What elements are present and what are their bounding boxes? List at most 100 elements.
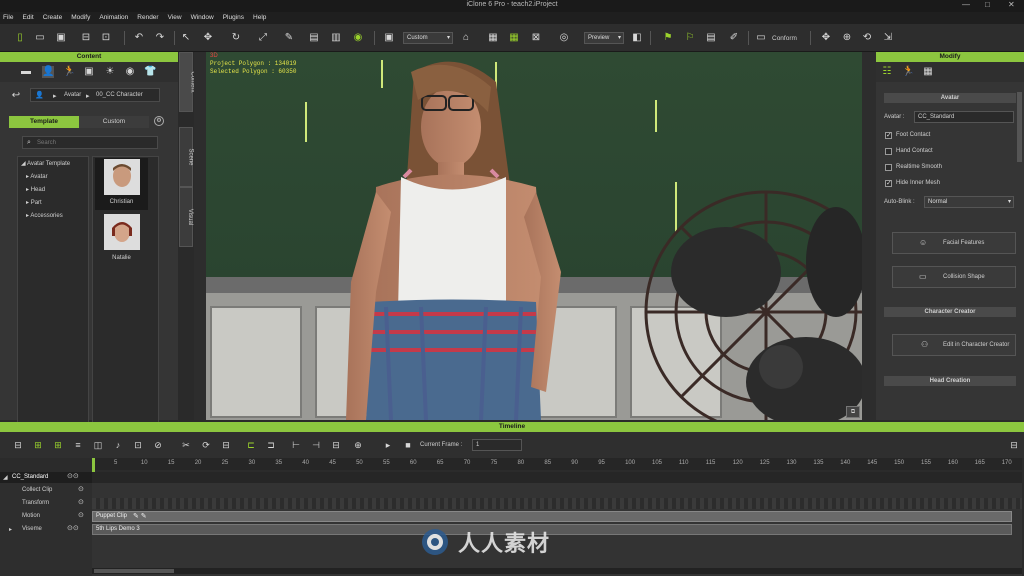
- conform-button[interactable]: Conform: [772, 35, 797, 42]
- menu-view[interactable]: View: [168, 12, 182, 24]
- open-project-icon[interactable]: ▭: [34, 32, 46, 44]
- zoom-icon[interactable]: ⊕: [841, 32, 853, 44]
- back-icon[interactable]: ↩: [10, 90, 22, 102]
- 3d-viewport[interactable]: 3D Project Polygon : 134019 Selected Pol…: [206, 52, 862, 420]
- tl-move-icon[interactable]: ⊟: [330, 439, 342, 451]
- viseme-clip[interactable]: 5th Lips Demo 3: [92, 524, 1012, 535]
- avatar-name-field[interactable]: CC_Standard: [914, 111, 1014, 123]
- flag-icon[interactable]: ⚐: [684, 32, 696, 44]
- avatar-icon[interactable]: 👤: [42, 66, 54, 78]
- current-frame-input[interactable]: 1: [472, 439, 522, 451]
- menu-file[interactable]: File: [3, 12, 13, 24]
- frame-selected-icon[interactable]: ⊠: [530, 32, 542, 44]
- track-area[interactable]: Puppet Clip ✎ ✎ 5th Lips Demo 3: [92, 472, 1022, 576]
- foot-contact-checkbox[interactable]: [885, 131, 892, 139]
- tab-custom[interactable]: Custom: [79, 116, 149, 128]
- tl-clip-icon[interactable]: ⊞: [52, 439, 64, 451]
- scene-icon[interactable]: ▬: [20, 66, 32, 78]
- clip-edit-icon[interactable]: ✎ ✎: [133, 512, 147, 520]
- snap-icon[interactable]: ▥: [330, 32, 342, 44]
- tree-item-avatar[interactable]: ▸ Avatar: [26, 173, 48, 180]
- tree-item-part[interactable]: ▸ Part: [26, 199, 42, 206]
- tl-trim-icon[interactable]: ⊏: [245, 439, 257, 451]
- tree-item-accessories[interactable]: ▸ Accessories: [26, 212, 63, 219]
- tl-insert-icon[interactable]: ⊢: [290, 439, 302, 451]
- undo-icon[interactable]: ↶: [133, 32, 145, 44]
- grid-icon[interactable]: ▦: [487, 32, 499, 44]
- path-avatar[interactable]: Avatar: [64, 92, 81, 98]
- rotate-icon[interactable]: ↻: [230, 32, 242, 44]
- thumbnail-natalie[interactable]: Natalie: [95, 213, 148, 265]
- playhead[interactable]: [92, 458, 95, 472]
- conform-icon[interactable]: ▭: [755, 32, 767, 44]
- settings-icon[interactable]: ⚙: [154, 116, 164, 126]
- tl-curve-icon[interactable]: ◫: [92, 439, 104, 451]
- scale-icon[interactable]: ⤢: [257, 32, 269, 44]
- tl-loop-icon[interactable]: ⟳: [200, 439, 212, 451]
- tl-break-icon[interactable]: ✂: [180, 439, 192, 451]
- record-icon[interactable]: ◧: [631, 32, 643, 44]
- align-icon[interactable]: ▤: [308, 32, 320, 44]
- hide-inner-mesh-checkbox[interactable]: [885, 179, 892, 187]
- menu-create[interactable]: Create: [43, 12, 63, 24]
- cloth-icon[interactable]: 👕: [144, 66, 156, 78]
- edit-in-cc-button[interactable]: ⚇ Edit in Character Creator: [892, 334, 1016, 356]
- play-icon[interactable]: ▸: [382, 439, 394, 451]
- menu-window[interactable]: Window: [191, 12, 214, 24]
- hand-contact-checkbox[interactable]: [885, 148, 892, 155]
- layout-icon[interactable]: ▦: [508, 32, 520, 44]
- new-project-icon[interactable]: ▯: [14, 32, 26, 44]
- motion-modify-icon[interactable]: 🏃: [902, 66, 914, 78]
- track-eye-icon[interactable]: ⊙⊙: [67, 524, 79, 532]
- move-icon[interactable]: ✥: [202, 32, 214, 44]
- export-icon[interactable]: ⊡: [100, 32, 112, 44]
- material-icon[interactable]: ◉: [124, 66, 136, 78]
- autoblink-select[interactable]: Normal: [924, 196, 1014, 208]
- pan-icon[interactable]: ✥: [820, 32, 832, 44]
- stop-icon[interactable]: ■: [402, 439, 414, 451]
- track-expand-icon[interactable]: ◢: [3, 474, 8, 481]
- tl-key-icon[interactable]: ⊞: [32, 439, 44, 451]
- timeline-scrollbar[interactable]: [92, 568, 1022, 574]
- tl-delete-icon[interactable]: ⊣: [310, 439, 322, 451]
- tl-sync-icon[interactable]: ⊘: [152, 439, 164, 451]
- close-icon[interactable]: ✕: [1008, 0, 1015, 9]
- tree-root[interactable]: ◢ Avatar Template: [21, 160, 70, 167]
- light-icon[interactable]: ◎: [558, 32, 570, 44]
- script-icon[interactable]: ▤: [705, 32, 717, 44]
- maximize-icon[interactable]: □: [985, 0, 990, 9]
- tl-sound-icon[interactable]: ♪: [112, 439, 124, 451]
- tl-speed-icon[interactable]: ⊟: [220, 439, 232, 451]
- tab-template[interactable]: Template: [9, 116, 79, 128]
- tl-zoom-icon[interactable]: ⊕: [352, 439, 364, 451]
- select-icon[interactable]: ↖: [180, 32, 192, 44]
- menu-render[interactable]: Render: [137, 12, 158, 24]
- menu-help[interactable]: Help: [253, 12, 266, 24]
- collision-shape-button[interactable]: ▭ Collision Shape: [892, 266, 1016, 288]
- save-icon[interactable]: ▣: [55, 32, 67, 44]
- track-eye-icon[interactable]: ⊙⊙: [67, 472, 79, 480]
- tl-options-icon[interactable]: ⊟: [1008, 439, 1020, 451]
- motion-icon[interactable]: 🏃: [63, 66, 75, 78]
- viewport-options-icon[interactable]: ⧉: [846, 406, 860, 418]
- view-select[interactable]: Custom: [403, 32, 453, 44]
- path-cc-character[interactable]: 00_CC Character: [96, 92, 143, 98]
- tab-visual-vertical[interactable]: Visual: [179, 187, 193, 247]
- facial-features-button[interactable]: ☺ Facial Features: [892, 232, 1016, 254]
- quality-select[interactable]: Preview: [584, 32, 624, 44]
- light-content-icon[interactable]: ☀: [104, 66, 116, 78]
- material-modify-icon[interactable]: ▦: [922, 66, 934, 78]
- tree-item-head[interactable]: ▸ Head: [26, 186, 45, 193]
- puppet-clip[interactable]: Puppet Clip ✎ ✎: [92, 511, 1012, 522]
- paint-icon[interactable]: ✎: [283, 32, 295, 44]
- track-eye-icon[interactable]: ⊙: [78, 485, 84, 493]
- track-eye-icon[interactable]: ⊙: [78, 498, 84, 506]
- import-icon[interactable]: ⊟: [80, 32, 92, 44]
- orbit-icon[interactable]: ⟲: [861, 32, 873, 44]
- tab-scene-vertical[interactable]: Scene: [179, 127, 194, 187]
- pick-icon[interactable]: ✐: [728, 32, 740, 44]
- search-input[interactable]: Search: [37, 140, 56, 146]
- dolly-icon[interactable]: ⇲: [882, 32, 894, 44]
- timeline-ruler[interactable]: 5 10 15 20 25 30 35 40 45 50 55 60 65 70 75 80 85 90 95 100…: [92, 458, 1022, 472]
- redo-icon[interactable]: ↷: [154, 32, 166, 44]
